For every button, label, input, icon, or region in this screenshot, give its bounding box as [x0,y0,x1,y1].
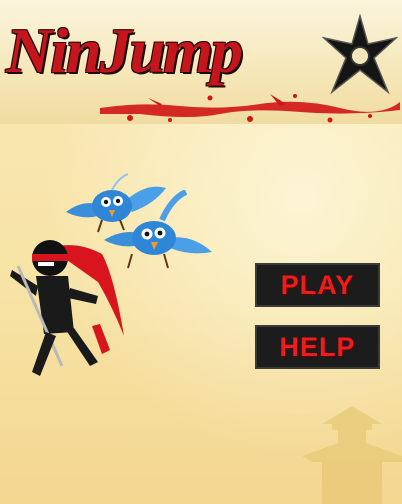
title-banner: NinJump [0,0,402,124]
help-button[interactable]: HELP [255,325,380,369]
game-logo-title: NinJump [6,15,243,86]
shuriken-icon [322,14,398,95]
pagoda-silhouette [302,406,402,504]
game-main-menu: NinJump PLAY HELP [0,0,402,504]
ninja-character [10,240,124,376]
play-button[interactable]: PLAY [255,263,380,307]
